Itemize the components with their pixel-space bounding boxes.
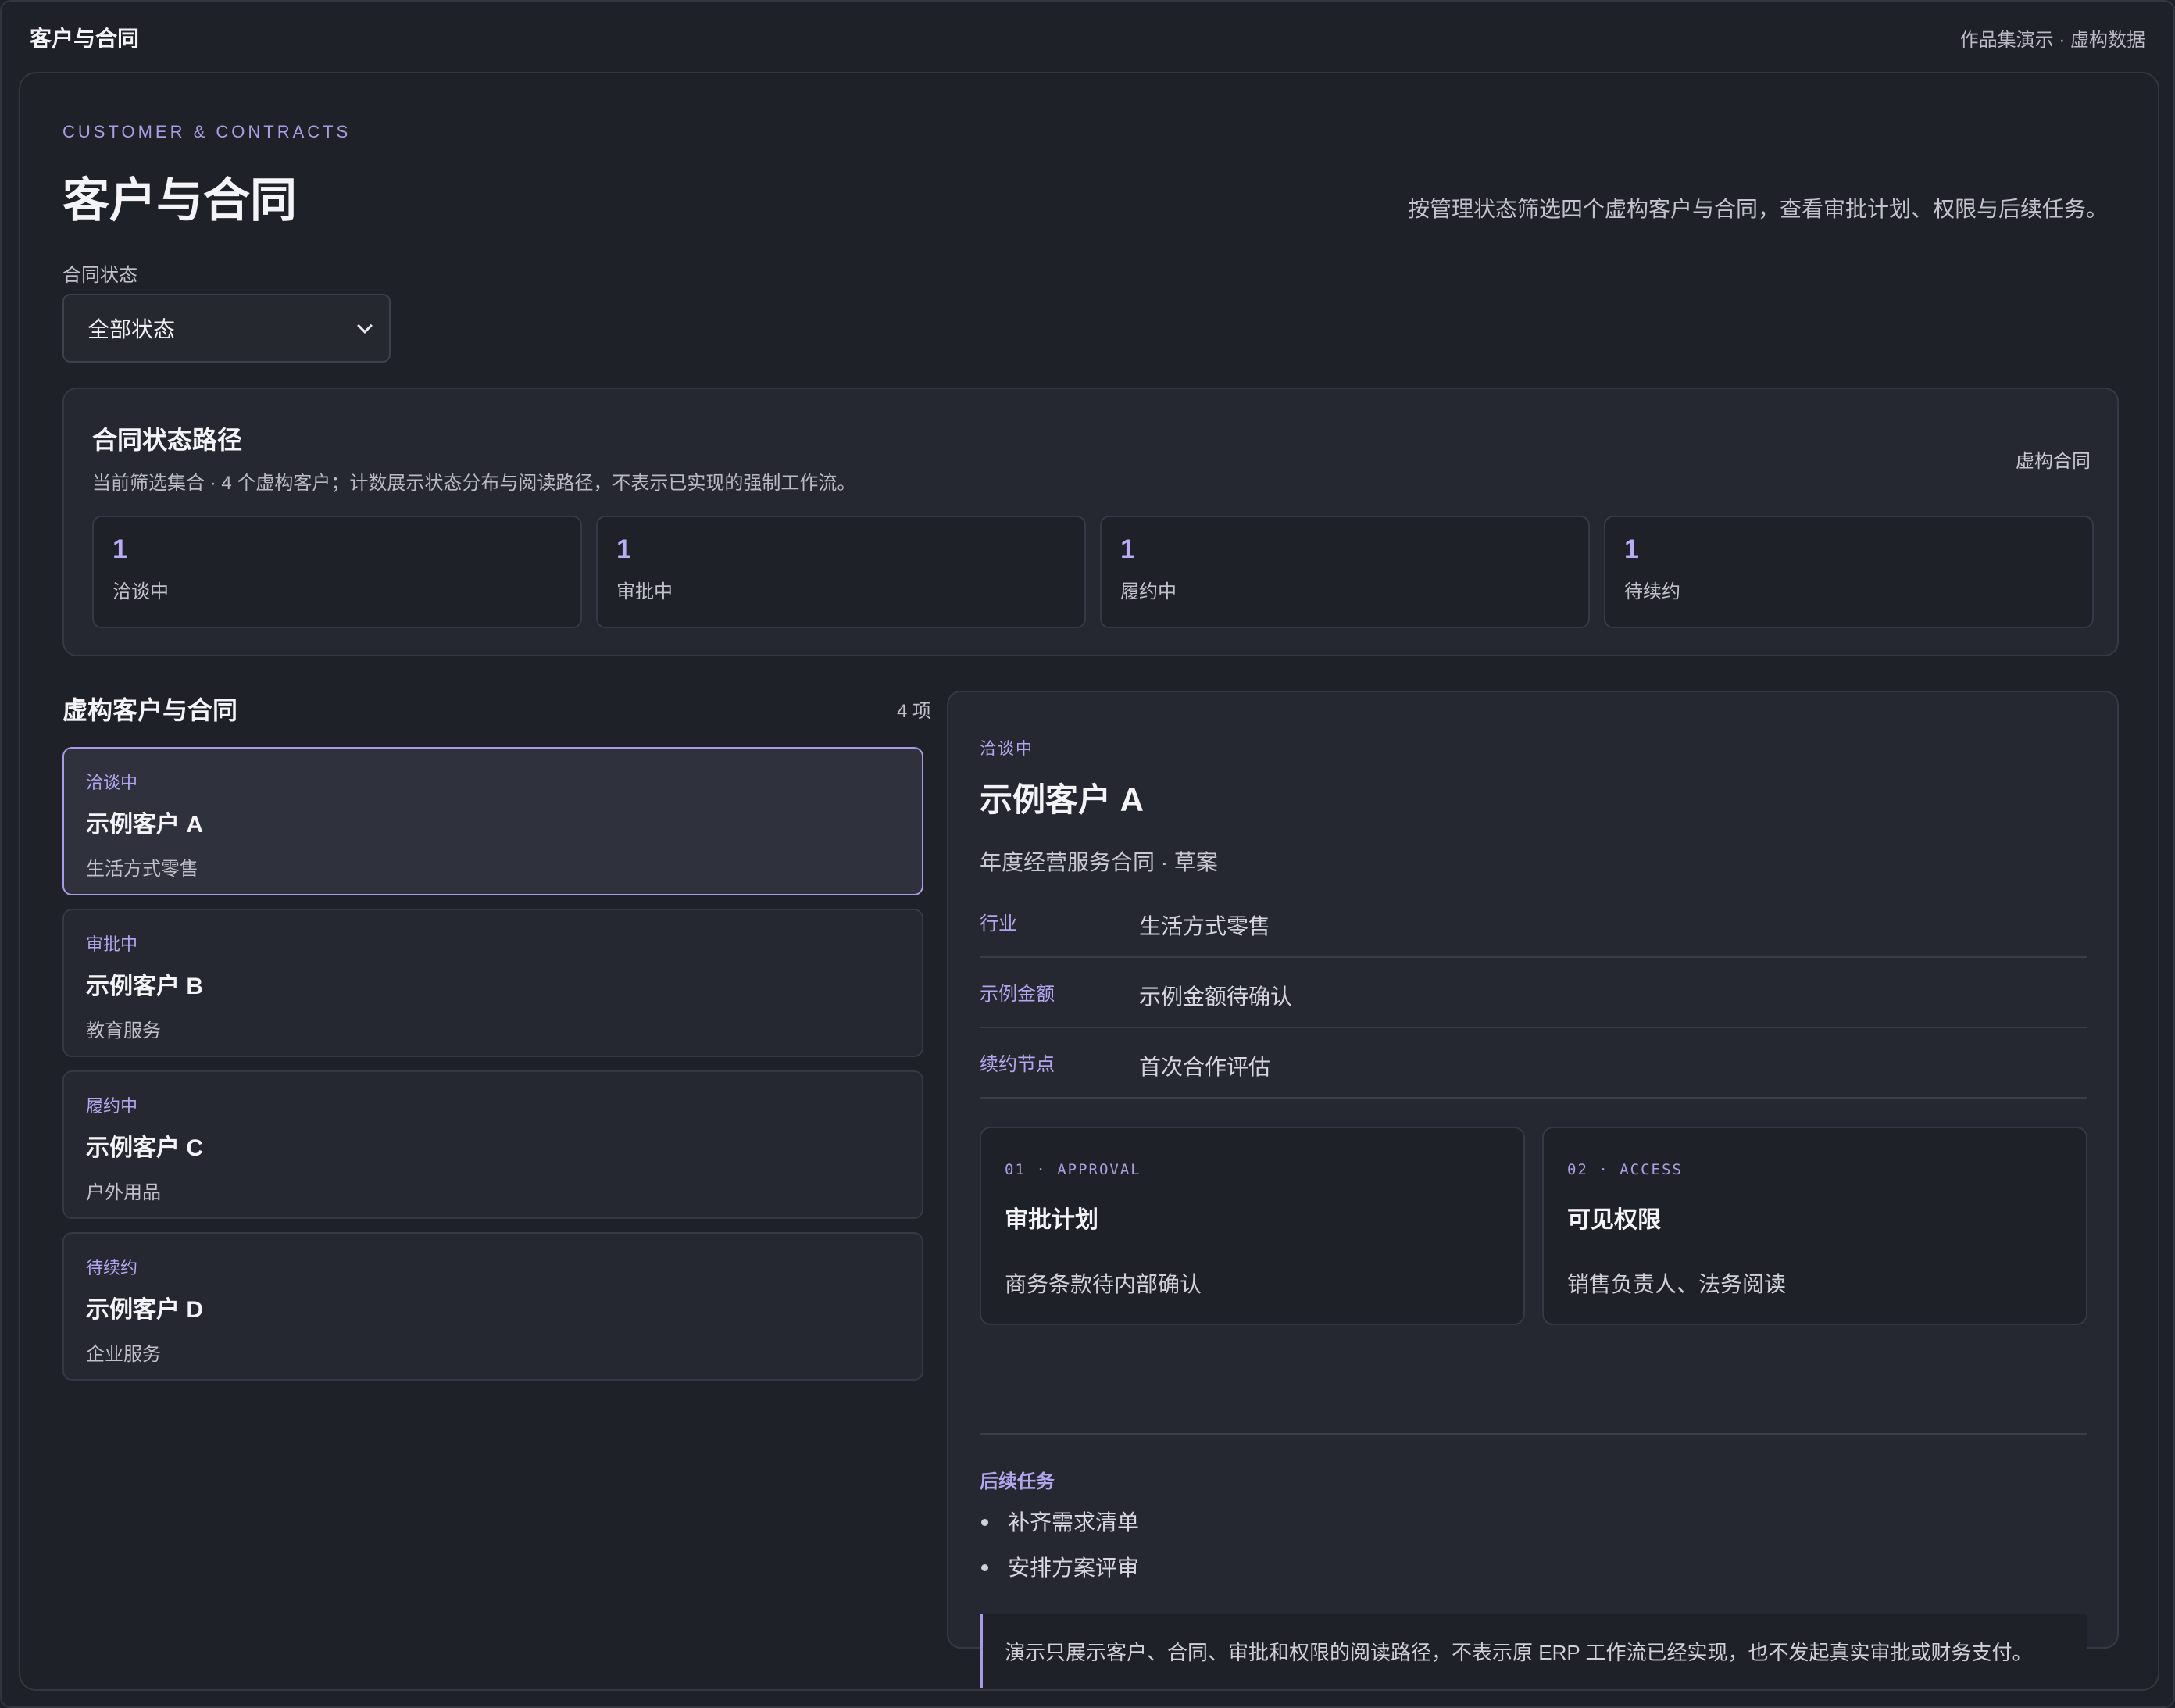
stat-count: 1 xyxy=(616,534,631,564)
stat-card-negotiating: 1 洽谈中 xyxy=(92,516,582,628)
detail-contract: 年度经营服务合同 · 草案 xyxy=(980,850,1218,874)
page-header: CUSTOMER & CONTRACTS 客户与合同 按管理状态筛选四个虚构客户… xyxy=(62,122,2116,230)
customer-list-title: 虚构客户与合同 xyxy=(62,696,238,724)
card-kicker: 01 · APPROVAL xyxy=(1005,1161,1141,1178)
app-meta: 作品集演示 · 虚构数据 xyxy=(1959,29,2145,51)
card-kicker: 02 · ACCESS xyxy=(1567,1161,1683,1178)
customer-industry: 生活方式零售 xyxy=(86,859,198,880)
detail-divider xyxy=(980,1433,2088,1435)
follow-up-task-list: 补齐需求清单 安排方案评审 xyxy=(980,1500,1139,1591)
stat-card-fulfilling: 1 履约中 xyxy=(1100,516,1590,628)
status-path-tag: 虚构合同 xyxy=(2016,451,2091,472)
customer-detail-panel: 洽谈中 示例客户 A 年度经营服务合同 · 草案 行业 生活方式零售 示例金额 … xyxy=(947,691,2119,1688)
detail-row-value: 首次合作评估 xyxy=(1139,1055,1271,1079)
detail-row-amount: 示例金额 示例金额待确认 xyxy=(980,958,2088,1028)
customer-industry: 教育服务 xyxy=(86,1020,161,1042)
detail-cards: 01 · APPROVAL 审批计划 商务条款待内部确认 02 · ACCESS… xyxy=(980,1127,2088,1325)
customer-list: 洽谈中 示例客户 A 生活方式零售 审批中 示例客户 B 教育服务 履约中 示例… xyxy=(62,747,923,1394)
follow-up-tasks-title: 后续任务 xyxy=(980,1471,1055,1492)
status-path-title: 合同状态路径 xyxy=(92,426,243,454)
customer-name: 示例客户 D xyxy=(86,1297,203,1323)
page-description: 按管理状态筛选四个虚构客户与合同，查看审批计划、权限与后续任务。 xyxy=(1407,197,2108,221)
detail-row-value: 示例金额待确认 xyxy=(1139,984,1293,1009)
customer-status: 履约中 xyxy=(86,1096,138,1116)
detail-row-key: 示例金额 xyxy=(980,984,1055,1005)
customer-list-count: 4 项 xyxy=(896,700,931,722)
detail-row-value: 生活方式零售 xyxy=(1139,914,1271,938)
customer-item-d[interactable]: 待续约 示例客户 D 企业服务 xyxy=(62,1232,923,1381)
customer-item-b[interactable]: 审批中 示例客户 B 教育服务 xyxy=(62,909,923,1057)
app-title: 客户与合同 xyxy=(30,27,140,51)
disclaimer-note: 演示只展示客户、合同、审批和权限的阅读路径，不表示原 ERP 工作流已经实现，也… xyxy=(980,1614,2088,1688)
card-title: 审批计划 xyxy=(1005,1207,1098,1233)
stat-count: 1 xyxy=(1624,534,1639,564)
customer-list-header: 虚构客户与合同 4 项 xyxy=(62,691,931,727)
customer-name: 示例客户 B xyxy=(86,974,203,999)
customer-item-c[interactable]: 履约中 示例客户 C 户外用品 xyxy=(62,1070,923,1219)
stat-label: 履约中 xyxy=(1120,581,1177,602)
title-bar: 客户与合同 作品集演示 · 虚构数据 xyxy=(2,2,2173,73)
customer-item-a[interactable]: 洽谈中 示例客户 A 生活方式零售 xyxy=(62,747,923,895)
page-kicker: CUSTOMER & CONTRACTS xyxy=(62,122,352,141)
card-text: 销售负责人、法务阅读 xyxy=(1567,1272,1787,1296)
status-filter-label: 合同状态 xyxy=(62,265,138,286)
stat-label: 洽谈中 xyxy=(112,581,169,602)
customer-name: 示例客户 A xyxy=(86,812,203,838)
customer-industry: 企业服务 xyxy=(86,1344,161,1365)
detail-status: 洽谈中 xyxy=(980,740,1034,758)
stat-card-approving: 1 审批中 xyxy=(596,516,1086,628)
task-item: 补齐需求清单 xyxy=(980,1500,1139,1545)
customer-status: 待续约 xyxy=(86,1258,138,1277)
stat-label: 审批中 xyxy=(616,581,673,602)
card-title: 可见权限 xyxy=(1567,1207,1661,1233)
status-path-panel: 合同状态路径 当前筛选集合 · 4 个虚构客户；计数展示状态分布与阅读路径，不表… xyxy=(62,388,2119,656)
task-item: 安排方案评审 xyxy=(980,1545,1139,1591)
detail-row-industry: 行业 生活方式零售 xyxy=(980,888,2088,958)
detail-row-key: 行业 xyxy=(980,913,1017,934)
main-frame: CUSTOMER & CONTRACTS 客户与合同 按管理状态筛选四个虚构客户… xyxy=(19,72,2159,1691)
status-path-description: 当前筛选集合 · 4 个虚构客户；计数展示状态分布与阅读路径，不表示已实现的强制… xyxy=(92,473,856,494)
detail-row-key: 续约节点 xyxy=(980,1054,1055,1075)
card-text: 商务条款待内部确认 xyxy=(1005,1272,1202,1296)
customer-name: 示例客户 C xyxy=(86,1135,203,1161)
status-stat-cards: 1 洽谈中 1 审批中 1 履约中 1 待续约 xyxy=(92,516,2094,628)
chevron-down-icon xyxy=(357,318,373,334)
detail-row-renewal: 续约节点 首次合作评估 xyxy=(980,1028,2088,1099)
app-window: 客户与合同 作品集演示 · 虚构数据 CUSTOMER & CONTRACTS … xyxy=(0,0,2175,1708)
customer-status: 审批中 xyxy=(86,934,138,954)
customer-status: 洽谈中 xyxy=(86,773,138,792)
customer-industry: 户外用品 xyxy=(86,1182,161,1203)
detail-customer-name: 示例客户 A xyxy=(980,781,1145,818)
stat-card-renewal: 1 待续约 xyxy=(1604,516,2094,628)
access-permission-card: 02 · ACCESS 可见权限 销售负责人、法务阅读 xyxy=(1542,1127,2088,1325)
stat-count: 1 xyxy=(112,534,127,564)
approval-plan-card: 01 · APPROVAL 审批计划 商务条款待内部确认 xyxy=(980,1127,1525,1325)
status-filter-select[interactable]: 全部状态 xyxy=(62,294,391,363)
stat-label: 待续约 xyxy=(1624,581,1680,602)
status-filter-value: 全部状态 xyxy=(88,317,176,341)
stat-count: 1 xyxy=(1120,534,1135,564)
detail-fields: 行业 生活方式零售 示例金额 示例金额待确认 续约节点 首次合作评估 xyxy=(980,888,2088,1099)
